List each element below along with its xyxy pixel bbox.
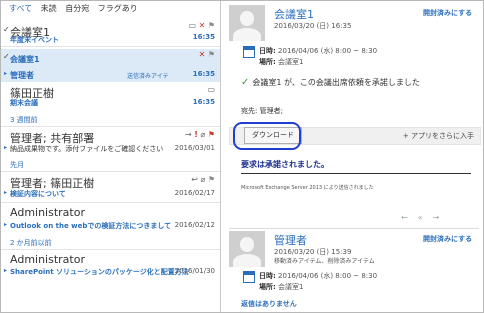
mark-read-link[interactable]: 開封済みにする xyxy=(423,234,472,244)
item-subject: 検証内容について xyxy=(10,190,66,198)
item-subject: SharePoint ソリューションのパッケージ化と配置方法 xyxy=(10,268,189,276)
expand-icon[interactable]: ▸ xyxy=(4,221,7,228)
important-icon: ! xyxy=(194,130,198,139)
list-item[interactable]: ✓ 会議室1 年度末イベント ▭ ✕ ⚑ 16:35 xyxy=(1,18,220,45)
item-time: 2016/01/30 xyxy=(174,267,215,275)
expand-icon[interactable]: ▸ xyxy=(4,144,7,151)
divider xyxy=(241,173,471,174)
forward-icon: → xyxy=(185,130,192,139)
expand-icon[interactable]: ▸ xyxy=(4,70,7,77)
datetime-label: 日時: xyxy=(259,47,276,55)
item-time: 2016/03/01 xyxy=(174,144,215,152)
item-subject: 年度末イベント xyxy=(10,36,59,44)
item-sender: Administrator xyxy=(10,253,85,266)
checkmark-icon: ✓ xyxy=(241,77,250,88)
item-time: 16:35 xyxy=(192,33,215,41)
flag-icon[interactable]: ⚑ xyxy=(208,175,215,184)
filter-unread[interactable]: 未読 xyxy=(41,4,57,13)
list-item-detail[interactable]: ▸ 管理者 送信済みアイテ 16:35 xyxy=(1,66,220,82)
expand-icon[interactable]: ▸ xyxy=(4,189,7,196)
item-sender: 会議室1 xyxy=(10,55,40,64)
get-apps-link[interactable]: + アプリをさらに入手 xyxy=(403,131,474,141)
item-subject: 納品成果物です。添付ファイルをご確認ください xyxy=(10,145,164,153)
meeting-icon: ▭ xyxy=(207,85,215,94)
list-item[interactable]: Administrator ▸ Outlook on the webでの検証方法… xyxy=(1,204,220,232)
forward-arrow-icon[interactable]: → xyxy=(433,213,450,222)
datetime-value: 2016/04/06 (水) 8:00 ~ 8:30 xyxy=(278,272,378,280)
delete-icon[interactable]: ✕ xyxy=(199,50,206,59)
delete-icon[interactable]: ✕ xyxy=(199,21,206,30)
place-label: 場所: xyxy=(259,58,276,66)
place-label: 場所: xyxy=(259,283,276,291)
accept-text: 会議室1 が、この会議出席依頼を承諾しました xyxy=(252,78,420,87)
item-time: 16:35 xyxy=(192,70,215,78)
nav-arrows: ←«→ xyxy=(401,213,449,222)
to-label: 宛先: xyxy=(241,107,258,115)
divider xyxy=(229,228,479,229)
item-time: 2016/02/17 xyxy=(174,189,215,197)
datetime-value: 2016/04/06 (水) 8:00 ~ 8:30 xyxy=(278,47,378,55)
filter-all[interactable]: すべて xyxy=(9,4,32,13)
message-sender: 管理者 xyxy=(274,234,307,247)
reply-icon: ↩ xyxy=(191,175,198,184)
check-icon: ✓ xyxy=(3,25,10,34)
divider xyxy=(1,202,220,203)
place-value: 会議室1 xyxy=(278,283,304,291)
accept-message: ✓ 会議室1 が、この会議出席依頼を承諾しました xyxy=(241,77,420,88)
calendar-icon xyxy=(243,271,255,283)
message-folder: 移動済みアイテム、削除済みアイテム xyxy=(274,258,375,265)
attachment-icon: ⌀ xyxy=(200,175,206,184)
item-subject: 期末会議 xyxy=(10,99,38,107)
mark-read-link[interactable]: 開封済みにする xyxy=(423,8,472,18)
filter-to-me[interactable]: 自分宛 xyxy=(65,4,89,13)
divider xyxy=(1,171,220,172)
group-header: 2 か月前以前 xyxy=(10,239,52,247)
get-apps-label: アプリをさらに入手 xyxy=(411,132,474,140)
list-item[interactable]: 管理者; 共有部署 ▸ 納品成果物です。添付ファイルをご確認ください → ! ⌀… xyxy=(1,128,220,155)
list-item-selected[interactable]: ✓ 会議室1 ✕ ⚑ xyxy=(1,49,220,66)
item-time: 16:35 xyxy=(192,98,215,106)
divider xyxy=(1,46,220,47)
to-value: 管理者; xyxy=(259,107,283,115)
calendar-icon xyxy=(243,46,255,58)
avatar xyxy=(229,231,265,267)
footnote: Microsoft Exchange Server 2013 により送信されまし… xyxy=(241,185,374,191)
meeting-icon: ▭ xyxy=(188,21,197,30)
list-item[interactable]: 篠田正樹 期末会議 ▭ 16:35 xyxy=(1,83,220,109)
list-item[interactable]: 管理者; 篠田正樹 ▸ 検証内容について ↩ ⌀ ⚑ 2016/02/17 xyxy=(1,173,220,200)
item-status: 送信済みアイテ xyxy=(127,73,169,80)
list-item[interactable]: Administrator ▸ SharePoint ソリューションのパッケージ… xyxy=(1,251,220,279)
filter-bar: すべて 未読 自分宛 フラグあり xyxy=(9,3,144,14)
check-icon: ✓ xyxy=(3,52,10,61)
message-date: 2016/03/20 (日) 16:35 xyxy=(274,22,352,30)
back-arrow-icon[interactable]: ← xyxy=(401,213,418,222)
message-sender: 会議室1 xyxy=(274,8,314,21)
reading-pane: 会議室1 2016/03/20 (日) 16:35 開封済みにする 日時: 20… xyxy=(221,1,483,312)
message-list: すべて 未読 自分宛 フラグあり ✓ 会議室1 年度末イベント ▭ ✕ ⚑ 16… xyxy=(1,1,221,312)
group-header: 3 週間前 xyxy=(10,116,38,124)
approved-text: 要求は承諾されました。 xyxy=(241,160,329,169)
item-sender: Administrator xyxy=(10,206,85,219)
avatar xyxy=(229,5,265,41)
item-subject: Outlook on the webでの検証方法につきまして xyxy=(10,222,172,230)
expand-icon[interactable]: ▸ xyxy=(4,267,7,274)
flag-icon[interactable]: ⚑ xyxy=(208,21,215,30)
item-time: 2016/02/12 xyxy=(174,221,215,229)
item-sender: 管理者 xyxy=(10,71,34,80)
attachment-icon: ⌀ xyxy=(200,130,206,139)
filter-flagged[interactable]: フラグあり xyxy=(98,4,138,13)
flag-icon[interactable]: ⚑ xyxy=(208,130,215,139)
place-value: 会議室1 xyxy=(278,58,304,66)
back-all-icon[interactable]: « xyxy=(418,213,433,222)
load-more-link[interactable]: 返信はありません xyxy=(241,299,297,309)
highlight-ring xyxy=(233,122,301,150)
divider xyxy=(1,126,220,127)
flag-icon[interactable]: ⚑ xyxy=(208,50,215,59)
group-header: 先月 xyxy=(10,161,24,169)
divider xyxy=(1,249,220,250)
app-window: すべて 未読 自分宛 フラグあり ✓ 会議室1 年度末イベント ▭ ✕ ⚑ 16… xyxy=(0,0,484,313)
datetime-label: 日時: xyxy=(259,272,276,280)
